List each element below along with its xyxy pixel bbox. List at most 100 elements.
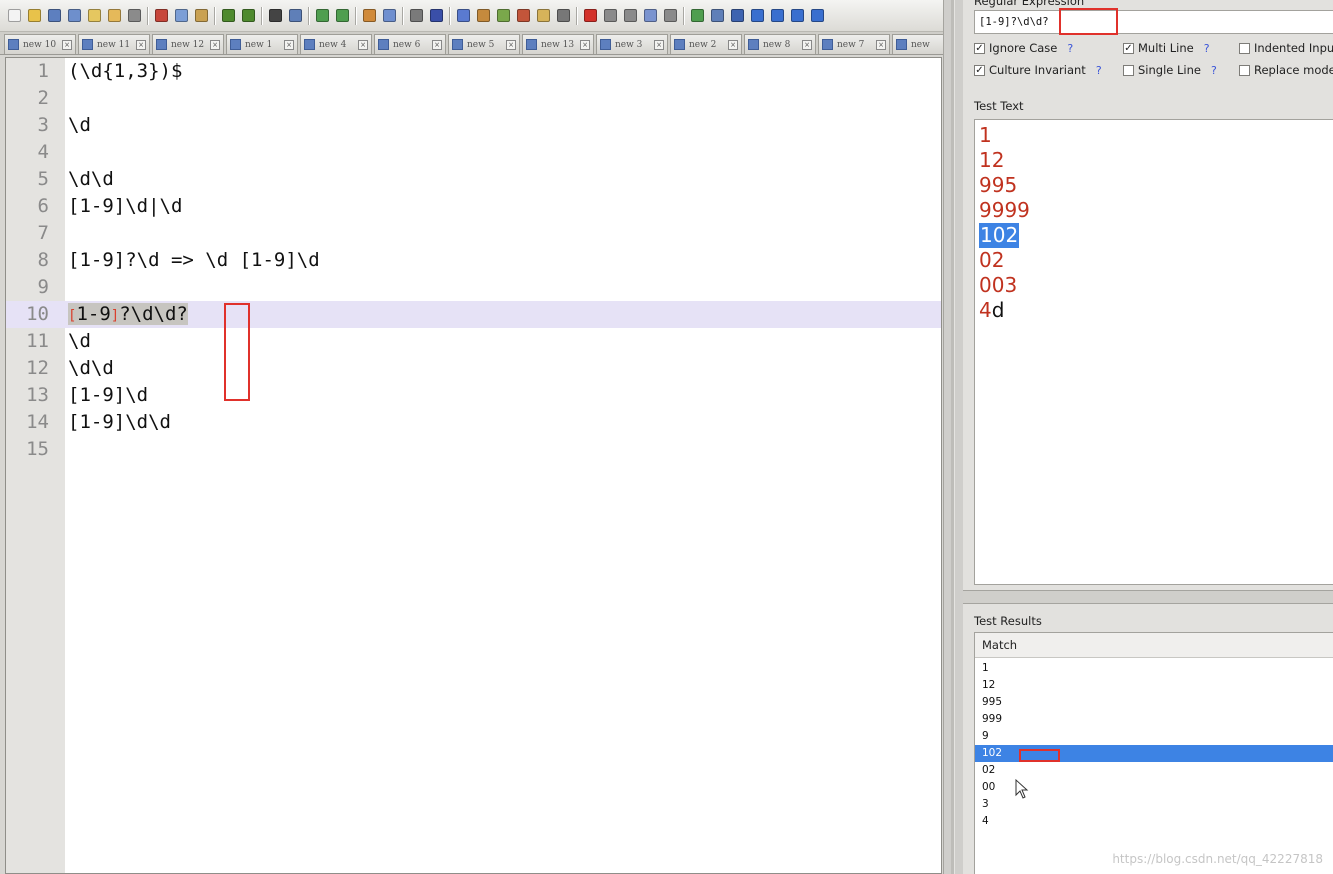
editor-line[interactable]: 7 — [6, 220, 941, 247]
editor-line[interactable]: 9 — [6, 274, 941, 301]
pen-button[interactable] — [514, 7, 532, 25]
save-macro-button[interactable] — [661, 7, 679, 25]
grid-button[interactable] — [728, 7, 746, 25]
run-macro-button[interactable] — [641, 7, 659, 25]
multi-line-option[interactable]: ✓ Multi Line ? — [1123, 41, 1210, 55]
tab-close-icon[interactable]: × — [876, 39, 886, 50]
copy-button[interactable] — [172, 7, 190, 25]
result-row[interactable]: 999 — [975, 711, 1333, 728]
sync-vertical-button[interactable] — [360, 7, 378, 25]
tab[interactable]: new 5 × — [448, 34, 520, 54]
tab-close-icon[interactable]: × — [580, 39, 590, 50]
result-row[interactable]: 9 — [975, 728, 1333, 745]
folder-button[interactable] — [534, 7, 552, 25]
show-all-chars-button[interactable] — [427, 7, 445, 25]
monitor-button[interactable] — [554, 7, 572, 25]
tab-close-icon[interactable]: × — [62, 39, 72, 50]
tab[interactable]: new 10 × — [4, 34, 76, 54]
word-wrap-button[interactable] — [407, 7, 425, 25]
ignore-case-help-icon[interactable]: ? — [1067, 42, 1073, 55]
editor-line[interactable]: 13 [1-9]\d — [6, 382, 941, 409]
horizontal-splitter[interactable] — [963, 590, 1333, 604]
document-map-button[interactable] — [494, 7, 512, 25]
tab[interactable]: new 4 × — [300, 34, 372, 54]
arrow-up-button[interactable] — [768, 7, 786, 25]
tab-close-icon[interactable]: × — [210, 39, 220, 50]
stop-macro-button[interactable] — [601, 7, 619, 25]
editor-line[interactable]: 1 (\d{1,3})$ — [6, 58, 941, 85]
test-results-table[interactable]: Match 1 12 995 999 9 102 02 00 3 4 — [974, 632, 1333, 874]
table-button[interactable] — [708, 7, 726, 25]
multi-line-checkbox[interactable]: ✓ — [1123, 42, 1134, 54]
result-row[interactable]: 02 — [975, 762, 1333, 779]
match-column-header[interactable]: Match — [975, 633, 1333, 658]
replace-button[interactable] — [286, 7, 304, 25]
regex-input[interactable]: [1-9]?\d\d? — [974, 10, 1333, 34]
tab-close-icon[interactable]: × — [728, 39, 738, 50]
indent-guide-button[interactable] — [454, 7, 472, 25]
tab[interactable]: new 11 × — [78, 34, 150, 54]
save-button[interactable] — [45, 7, 63, 25]
indented-input-option[interactable]: Indented Input — [1239, 41, 1333, 55]
close-all-button[interactable] — [105, 7, 123, 25]
plugin-button[interactable] — [688, 7, 706, 25]
result-row[interactable]: 12 — [975, 677, 1333, 694]
editor-line[interactable]: 15 — [6, 436, 941, 463]
tab[interactable]: new 6 × — [374, 34, 446, 54]
tab[interactable]: new 1 × — [226, 34, 298, 54]
tab[interactable]: new 7 × — [818, 34, 890, 54]
result-row[interactable]: 4 — [975, 813, 1333, 830]
tab-close-icon[interactable]: × — [802, 39, 812, 50]
function-list-button[interactable] — [474, 7, 492, 25]
culture-invariant-help-icon[interactable]: ? — [1096, 64, 1102, 77]
ignore-case-option[interactable]: ✓ Ignore Case ? — [974, 41, 1073, 55]
single-line-option[interactable]: Single Line ? — [1123, 63, 1217, 77]
find-button[interactable] — [266, 7, 284, 25]
save-all-button[interactable] — [65, 7, 83, 25]
replace-mode-checkbox[interactable] — [1239, 64, 1250, 76]
print-button[interactable] — [125, 7, 143, 25]
tab[interactable]: new 12 × — [152, 34, 224, 54]
single-line-checkbox[interactable] — [1123, 64, 1134, 76]
editor-line[interactable]: 14 [1-9]\d\d — [6, 409, 941, 436]
redo-button[interactable] — [239, 7, 257, 25]
cut-button[interactable] — [152, 7, 170, 25]
editor-line[interactable]: 5 \d\d — [6, 166, 941, 193]
culture-invariant-option[interactable]: ✓ Culture Invariant ? — [974, 63, 1102, 77]
editor-line[interactable]: 2 — [6, 85, 941, 112]
indented-input-checkbox[interactable] — [1239, 42, 1250, 54]
play-macro-button[interactable] — [621, 7, 639, 25]
result-row[interactable]: 995 — [975, 694, 1333, 711]
tab-close-icon[interactable]: × — [284, 39, 294, 50]
test-text-input[interactable]: 1 12 995 9999 102 02 003 4d — [974, 119, 1333, 585]
collapse-button[interactable] — [748, 7, 766, 25]
record-macro-button[interactable] — [581, 7, 599, 25]
open-file-button[interactable] — [25, 7, 43, 25]
close-button[interactable] — [85, 7, 103, 25]
editor-line[interactable]: 12 \d\d — [6, 355, 941, 382]
editor-line[interactable]: 3 \d — [6, 112, 941, 139]
tab[interactable]: new× — [892, 34, 943, 54]
editor[interactable]: 1 (\d{1,3})$ 2 3 \d 4 5 \d\d 6 [1-9]\d|\d 7 8 [1-9]?… — [5, 57, 942, 874]
editor-line[interactable]: 8 [1-9]?\d => \d [1-9]\d — [6, 247, 941, 274]
sync-horizontal-button[interactable] — [380, 7, 398, 25]
tab-close-icon[interactable]: × — [432, 39, 442, 50]
arrow-down-button[interactable] — [788, 7, 806, 25]
tab-close-icon[interactable]: × — [358, 39, 368, 50]
culture-invariant-checkbox[interactable]: ✓ — [974, 64, 985, 76]
editor-line[interactable]: 10 [1-9]?\d\d? — [6, 301, 941, 328]
vertical-splitter[interactable] — [943, 0, 963, 874]
single-line-help-icon[interactable]: ? — [1211, 64, 1217, 77]
tab[interactable]: new 2 × — [670, 34, 742, 54]
tab-close-icon[interactable]: × — [654, 39, 664, 50]
ignore-case-checkbox[interactable]: ✓ — [974, 42, 985, 54]
editor-line[interactable]: 6 [1-9]\d|\d — [6, 193, 941, 220]
paste-button[interactable] — [192, 7, 210, 25]
tab-close-icon[interactable]: × — [136, 39, 146, 50]
new-file-button[interactable] — [5, 7, 23, 25]
tab[interactable]: new 3 × — [596, 34, 668, 54]
tab[interactable]: new 13 × — [522, 34, 594, 54]
replace-mode-option[interactable]: Replace mode — [1239, 63, 1333, 77]
result-row[interactable]: 1 — [975, 660, 1333, 677]
editor-line[interactable]: 4 — [6, 139, 941, 166]
